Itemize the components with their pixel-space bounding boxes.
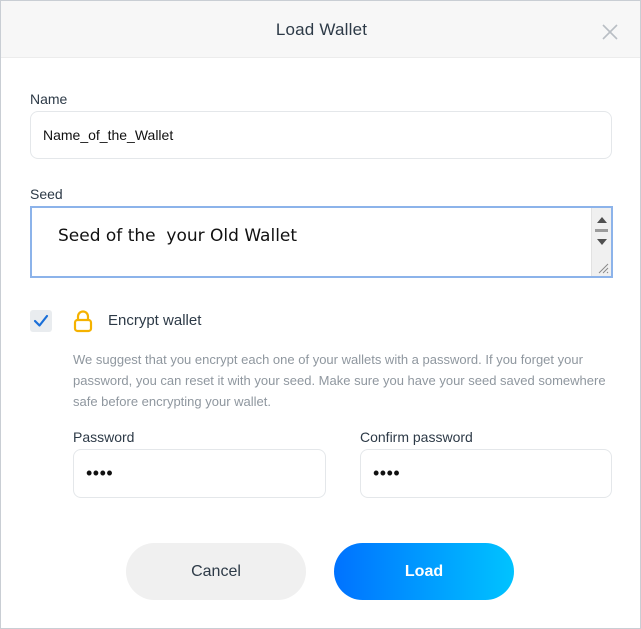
lock-icon bbox=[73, 310, 93, 333]
scroll-down-arrow-icon[interactable] bbox=[597, 239, 607, 245]
name-input[interactable]: Name_of_the_Wallet bbox=[30, 111, 612, 159]
close-icon[interactable] bbox=[599, 21, 621, 43]
seed-textarea-value: Seed of the your Old Wallet bbox=[58, 226, 298, 246]
checkmark-icon bbox=[33, 314, 49, 327]
name-label: Name bbox=[30, 91, 68, 107]
dialog-title: Load Wallet bbox=[275, 20, 368, 39]
password-label: Password bbox=[73, 429, 135, 445]
confirm-password-label: Confirm password bbox=[360, 429, 473, 445]
resize-handle-icon[interactable] bbox=[594, 259, 610, 275]
password-input[interactable]: •••• bbox=[73, 449, 326, 498]
confirm-password-input[interactable]: •••• bbox=[360, 449, 612, 498]
encrypt-wallet-checkbox[interactable] bbox=[30, 310, 52, 332]
seed-label: Seed bbox=[30, 186, 63, 202]
load-wallet-dialog: Load Wallet Name Name_of_the_Wallet Seed… bbox=[0, 0, 641, 629]
cancel-button[interactable]: Cancel bbox=[126, 543, 306, 600]
load-button[interactable]: Load bbox=[334, 543, 514, 600]
confirm-password-input-value: •••• bbox=[373, 463, 401, 483]
seed-textarea[interactable]: Seed of the your Old Wallet bbox=[30, 206, 613, 278]
scroll-thumb[interactable] bbox=[595, 229, 608, 232]
encrypt-hint-text: We suggest that you encrypt each one of … bbox=[73, 352, 606, 409]
password-input-value: •••• bbox=[86, 463, 114, 483]
dialog-header: Load Wallet bbox=[1, 1, 640, 58]
scroll-up-arrow-icon[interactable] bbox=[597, 217, 607, 223]
name-input-value: Name_of_the_Wallet bbox=[43, 127, 174, 143]
encrypt-wallet-label: Encrypt wallet bbox=[108, 312, 202, 329]
